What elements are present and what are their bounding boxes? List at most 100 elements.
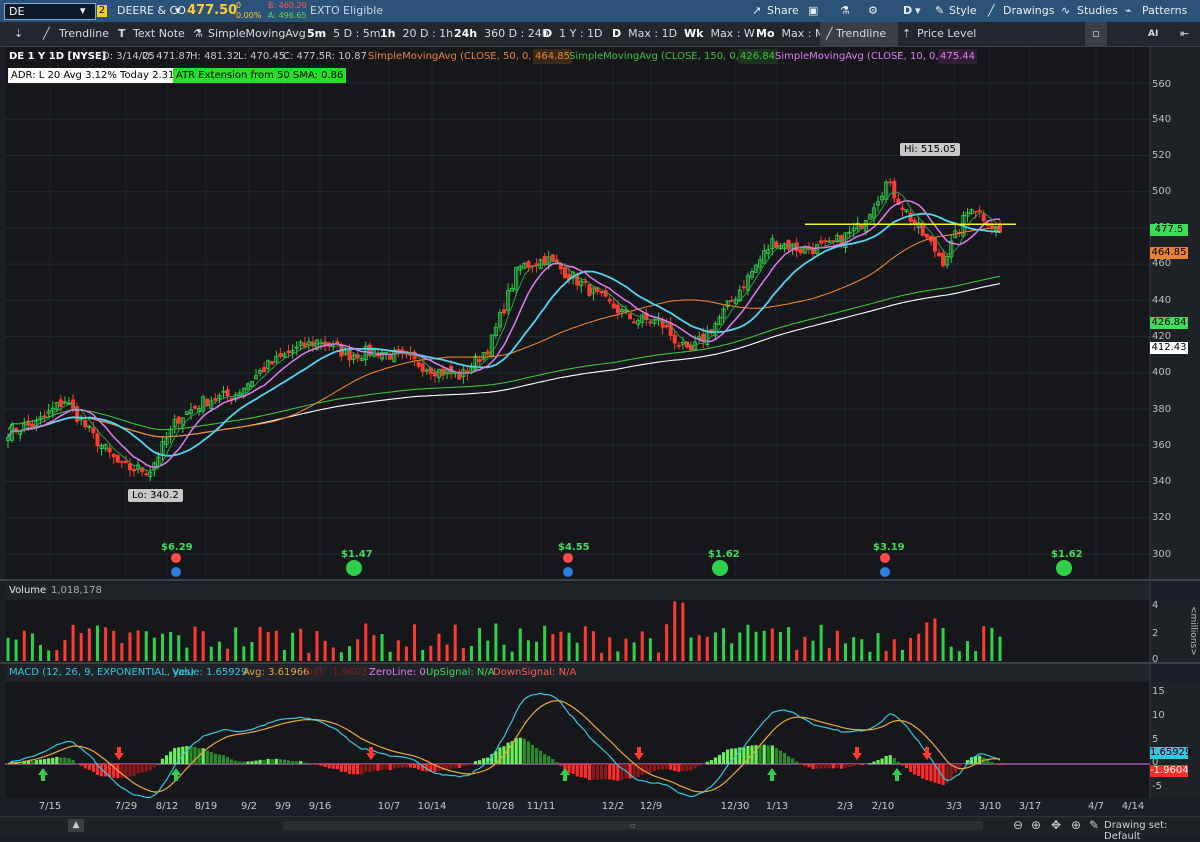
macd-histogram-bar (51, 757, 55, 764)
macd-histogram-bar (242, 761, 246, 764)
chart-title: DE 1 Y 1D [NYSE] (9, 51, 107, 62)
volume-bar (543, 625, 547, 661)
volume-bar (713, 632, 717, 661)
macd-histogram-bar (339, 764, 343, 772)
candle-body (628, 313, 633, 320)
sma50-line (7, 226, 1001, 438)
macd-histogram-bar (498, 747, 502, 764)
macd-histogram-bar (412, 764, 417, 769)
macd-histogram-bar (482, 758, 486, 764)
candle-body (286, 350, 291, 354)
macd-tick-label: 5 (1152, 734, 1159, 745)
date-tick-label: 2/3 (836, 801, 854, 812)
macd-histogram-bar (30, 760, 34, 764)
date-tick-label: 3/3 (945, 801, 963, 812)
price-tick-label: 300 (1152, 549, 1172, 560)
macd-tick-label: 15 (1152, 686, 1165, 697)
macd-histogram-bar (559, 764, 563, 766)
candle-body (123, 460, 128, 463)
down-signal-arrow (634, 747, 644, 760)
macd-histogram-bar (876, 759, 880, 764)
macd-diff-tag: -1.9604 (1150, 765, 1189, 777)
volume-bar (591, 631, 595, 661)
macd-histogram-bar (59, 757, 63, 764)
macd-histogram-bar (169, 751, 173, 764)
macd-histogram-bar (396, 764, 400, 768)
date-tick-label: 1/13 (765, 801, 789, 812)
candle-body (888, 181, 893, 184)
volume-bar (722, 628, 726, 661)
crosshair-icon[interactable]: ⊕ (1071, 818, 1081, 832)
macd-histogram-bar (384, 764, 388, 770)
macd-histogram-bar (547, 756, 551, 764)
volume-bar (827, 648, 831, 661)
sma50-legend[interactable]: SimpleMovingAvg (CLOSE, 50, 0, no) (368, 49, 551, 64)
volume-bar (339, 652, 343, 661)
macd-histogram-bar (799, 764, 803, 765)
price-tick-label: 560 (1152, 79, 1172, 90)
pan-icon[interactable]: ✥ (1051, 818, 1061, 832)
volume-bar (852, 637, 856, 661)
macd-label[interactable]: MACD (12, 26, 9, EXPONENTIAL, yes) (9, 667, 194, 678)
macd-histogram-bar (599, 764, 604, 780)
macd-histogram-bar (372, 764, 376, 771)
earnings-info-marker (171, 567, 181, 577)
macd-histogram-bar (144, 764, 148, 772)
dividend-label: $4.55 (558, 542, 590, 553)
sma150-line (7, 275, 1001, 431)
macd-histogram-bar (713, 757, 718, 764)
volume-bar (925, 622, 929, 661)
volume-bar (437, 633, 441, 661)
candle-body (485, 351, 490, 355)
expand-icon[interactable]: ▲ (68, 819, 84, 832)
date-tick-label: 10/28 (485, 801, 515, 812)
macd-histogram-bar (205, 750, 209, 764)
volume-bar (258, 626, 262, 661)
zoom-in-icon[interactable]: ⊕ (1031, 818, 1041, 832)
volume-bar (120, 643, 124, 661)
macd-histogram-bar (315, 764, 319, 765)
macd-histogram-bar (351, 764, 356, 775)
macd-histogram-bar (778, 750, 783, 764)
macd-histogram-bar (758, 745, 762, 764)
macd-histogram-bar (38, 759, 43, 764)
candle-body (774, 241, 779, 249)
scrollbar-grip[interactable]: ▫ (630, 822, 638, 830)
drawing-set-label[interactable]: Drawing set: Default (1104, 820, 1200, 842)
candle-body (416, 361, 421, 367)
volume-bar (429, 645, 433, 661)
macd-histogram-bar (335, 764, 339, 770)
candle-body (941, 252, 946, 267)
macd-histogram-bar (591, 764, 596, 780)
macd-histogram-bar (665, 764, 669, 769)
zoom-out-icon[interactable]: ⊖ (1013, 818, 1023, 832)
macd-histogram-bar (278, 759, 282, 764)
volume-bar (47, 650, 51, 661)
down-signal-arrow (114, 747, 124, 760)
macd-histogram-bar (189, 746, 193, 764)
sma10-legend[interactable]: SimpleMovingAvg (CLOSE, 10, 0, no) (775, 49, 958, 64)
volume-bar (266, 631, 270, 661)
macd-histogram-bar (465, 764, 470, 766)
volume-bar (486, 640, 490, 661)
volume-bar (469, 645, 473, 661)
volume-bar (819, 624, 823, 661)
candle-body (115, 455, 120, 463)
macd-histogram-bar (567, 764, 571, 774)
chart-canvas (0, 47, 1200, 798)
macd-histogram-bar (807, 764, 811, 768)
macd-histogram-bar (217, 754, 222, 764)
candle-body (95, 433, 100, 447)
candle-body (632, 321, 637, 324)
drawing-tools-icon[interactable]: ✎ (1089, 818, 1099, 832)
volume-bar (681, 602, 685, 661)
macd-histogram-bar (774, 748, 778, 764)
candle-body (977, 209, 982, 212)
candle-body (477, 359, 482, 363)
sma150-legend[interactable]: SimpleMovingAvg (CLOSE, 150, 0, no) (569, 49, 759, 64)
candle-body (420, 363, 425, 372)
candle-body (278, 353, 283, 357)
macd-histogram-bar (786, 756, 791, 764)
macd-histogram-bar (864, 764, 868, 765)
macd-histogram-bar (656, 764, 661, 770)
